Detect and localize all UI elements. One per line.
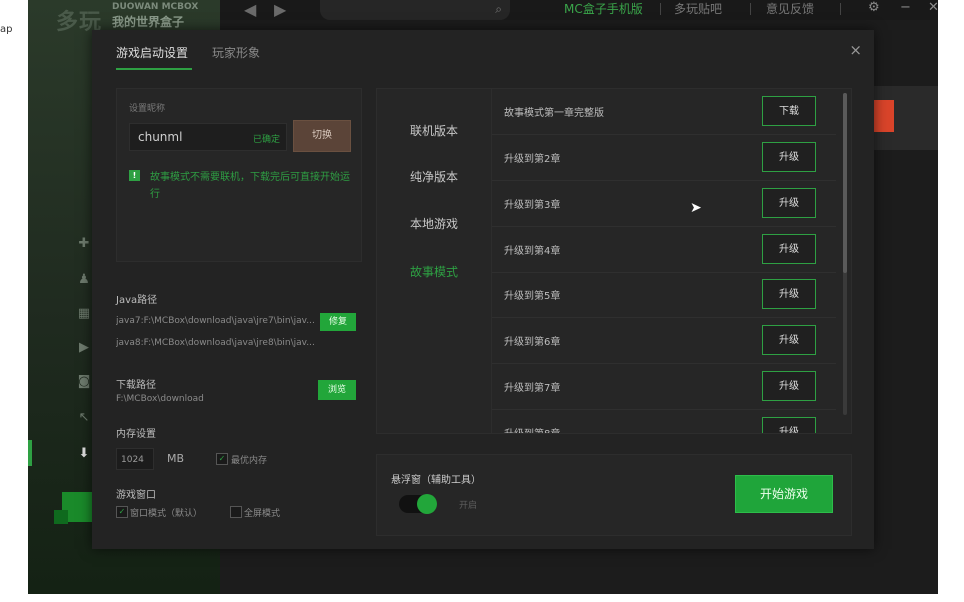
fix-java-button[interactable]: 修复 (320, 313, 356, 331)
version-name: 升级到第2章 (504, 154, 561, 165)
optimize-memory-label: 最优内存 (231, 456, 268, 466)
version-action-button[interactable]: 升级 (762, 371, 816, 401)
tab-player-skin[interactable]: 玩家形象 (212, 44, 260, 61)
java7-path: java7:F:\MCBox\download\java\jre7\bin\ja… (116, 316, 315, 326)
top-link-mobile[interactable]: MC盒子手机版 (564, 0, 643, 17)
forward-arrow-icon[interactable]: ▶ (274, 0, 286, 19)
switch-account-button[interactable]: 切换 (293, 120, 351, 152)
version-action-button[interactable]: 升级 (762, 142, 816, 172)
tools-icon[interactable]: ↖ (76, 410, 92, 426)
memory-label: 内存设置 (116, 429, 156, 440)
version-action-button[interactable]: 升级 (762, 234, 816, 264)
top-sep (840, 3, 841, 15)
scroll-thumb[interactable] (843, 93, 847, 273)
version-name: 故事模式第一章完整版 (504, 108, 604, 119)
external-label: ap (0, 24, 13, 35)
version-action-button[interactable]: 升级 (762, 325, 816, 355)
float-tool-title: 悬浮窗（辅助工具） (391, 475, 481, 486)
browse-button[interactable]: 浏览 (318, 380, 356, 400)
tab-underline (116, 68, 192, 70)
download-icon[interactable]: ⬇ (76, 446, 92, 462)
nickname-value: chunml (138, 130, 183, 144)
version-panel: 联机版本 纯净版本 本地游戏 故事模式 故事模式第一章完整版 下载 升级到第2章… (376, 88, 852, 434)
category-story-mode[interactable]: 故事模式 (377, 263, 491, 280)
nickname-input[interactable]: chunml 已确定 (129, 123, 287, 151)
version-row: 故事模式第一章完整版 下载 (492, 89, 836, 135)
close-window-icon[interactable]: ✕ (928, 0, 938, 15)
launch-settings-dialog: 游戏启动设置 玩家形象 × 设置昵称 chunml 已确定 切换 ! 故事模式不… (92, 30, 874, 549)
pixel-art-2 (54, 510, 68, 524)
story-mode-warning: 故事模式不需要联机，下载完后可直接开始运行 (150, 172, 350, 200)
settings-gear-icon[interactable]: ⚙ (868, 0, 880, 15)
top-link-tieba[interactable]: 多玩贴吧 (674, 0, 722, 17)
version-name: 升级到第8章 (504, 425, 560, 433)
top-sep (660, 3, 661, 15)
search-icon[interactable]: ⌕ (495, 2, 502, 17)
version-row: 升级到第5章 升级 (492, 272, 836, 318)
version-row: 升级到第4章 升级 (492, 227, 836, 273)
float-tool-section: 悬浮窗（辅助工具） 开启 开始游戏 (376, 454, 852, 536)
version-name: 升级到第3章 (504, 200, 561, 211)
toggle-label: 开启 (459, 501, 478, 511)
optimize-memory-checkbox[interactable]: ✓ (216, 453, 228, 465)
version-action-button[interactable]: 升级 (762, 279, 816, 309)
version-name: 升级到第7章 (504, 383, 561, 394)
camera-icon[interactable]: ◙ (76, 374, 92, 390)
toggle-knob (417, 494, 437, 514)
active-indicator (28, 440, 32, 466)
top-link-feedback[interactable]: 意见反馈 (766, 0, 814, 17)
app-topbar: ◀ ▶ ⌕ MC盒子手机版 多玩贴吧 意见反馈 ⚙ − ✕ (220, 0, 938, 20)
fullscreen-checkbox[interactable] (230, 506, 242, 518)
memory-input[interactable]: 1024 (116, 448, 154, 470)
version-row: 升级到第2章 升级 (492, 135, 836, 181)
info-icon: ! (129, 170, 140, 181)
category-local[interactable]: 本地游戏 (377, 215, 491, 232)
version-scrollbar[interactable] (843, 93, 847, 415)
puzzle-icon[interactable]: ✚ (76, 236, 92, 252)
nickname-section: 设置昵称 chunml 已确定 切换 ! 故事模式不需要联机，下载完后可直接开始… (116, 88, 362, 262)
video-icon[interactable]: ▶ (76, 340, 92, 356)
window-mode-label: 游戏窗口 (116, 490, 156, 501)
java-path-label: Java路径 (116, 295, 158, 306)
close-icon[interactable]: × (849, 41, 862, 59)
version-row: 升级到第6章 升级 (492, 318, 836, 364)
character-icon[interactable]: ♟ (76, 272, 92, 288)
grid-icon[interactable]: ▦ (76, 306, 92, 322)
version-action-button[interactable]: 下载 (762, 96, 816, 126)
minimize-icon[interactable]: − (900, 0, 911, 15)
version-categories: 联机版本 纯净版本 本地游戏 故事模式 (377, 89, 492, 433)
app-logo-en: DUOWAN MCBOX (112, 2, 199, 12)
fullscreen-label: 全屏模式 (244, 509, 281, 519)
version-row: 升级到第8章 升级 (492, 410, 836, 433)
background-orange-button[interactable] (874, 100, 894, 132)
memory-unit: MB (167, 452, 185, 465)
version-name: 升级到第5章 (504, 291, 561, 302)
start-game-button[interactable]: 开始游戏 (735, 475, 833, 513)
top-sep (750, 3, 751, 15)
download-path-label: 下载路径 (116, 380, 156, 391)
version-name: 升级到第6章 (504, 337, 561, 348)
version-row: 升级到第3章 升级 (492, 181, 836, 227)
category-vanilla[interactable]: 纯净版本 (377, 168, 491, 185)
version-name: 升级到第4章 (504, 246, 561, 257)
version-action-button[interactable]: 升级 (762, 188, 816, 218)
java8-path: java8:F:\MCBox\download\java\jre8\bin\ja… (116, 338, 315, 348)
windowed-checkbox[interactable]: ✓ (116, 506, 128, 518)
category-online[interactable]: 联机版本 (377, 122, 491, 139)
nickname-status: 已确定 (252, 135, 280, 145)
nickname-label: 设置昵称 (129, 104, 166, 114)
app-logo-cn: 我的世界盒子 (112, 15, 185, 29)
tab-launch-settings[interactable]: 游戏启动设置 (116, 44, 188, 61)
version-action-button[interactable]: 升级 (762, 417, 816, 433)
back-arrow-icon[interactable]: ◀ (244, 0, 256, 19)
float-tool-toggle[interactable] (399, 494, 437, 514)
version-row: 升级到第7章 升级 (492, 364, 836, 410)
top-search[interactable]: ⌕ (320, 0, 510, 20)
mouse-cursor-icon: ➤ (690, 200, 702, 216)
windowed-label: 窗口模式（默认） (130, 509, 203, 519)
download-path: F:\MCBox\download (116, 394, 204, 404)
